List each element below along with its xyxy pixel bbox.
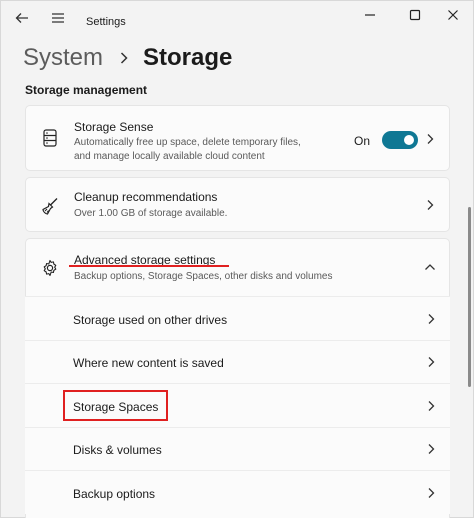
minimize-icon: [364, 8, 376, 26]
storage-sense-desc-1: Automatically free up space, delete temp…: [74, 137, 301, 148]
title-bar: Settings: [1, 1, 474, 39]
storage-sense-card[interactable]: Storage Sense Automatically free up spac…: [25, 105, 450, 171]
scrollbar-thumb[interactable]: [468, 207, 471, 387]
close-icon: [447, 8, 459, 26]
chevron-right-icon: [424, 355, 438, 369]
chevron-right-icon: [424, 442, 438, 456]
sub-item-label: Backup options: [73, 487, 156, 501]
section-title: Storage management: [25, 83, 148, 97]
breadcrumb-system[interactable]: System: [23, 44, 103, 72]
hamburger-menu-icon: [51, 11, 65, 29]
back-arrow-icon: [15, 11, 29, 30]
storage-sense-toggle[interactable]: [382, 131, 418, 149]
sub-item-backup-options[interactable]: Backup options: [25, 470, 450, 514]
chevron-right-icon: [424, 312, 438, 326]
storage-sense-text: Storage Sense Automatically free up spac…: [74, 120, 301, 164]
advanced-text: Advanced storage settings Backup options…: [74, 253, 332, 284]
maximize-button[interactable]: [395, 4, 435, 30]
cleanup-desc: Over 1.00 GB of storage available.: [74, 208, 228, 219]
chevron-right-icon: [424, 486, 438, 500]
app-title: Settings: [86, 16, 126, 28]
cleanup-text: Cleanup recommendations Over 1.00 GB of …: [74, 190, 227, 221]
storage-sense-toggle-label: On: [354, 134, 371, 148]
storage-sense-desc-2: and manage locally available cloud conte…: [74, 151, 265, 162]
annotation-highlight-box: [63, 390, 168, 421]
sub-item-where-new-content-saved[interactable]: Where new content is saved: [25, 340, 450, 383]
sub-item-label: Storage used on other drives: [73, 313, 228, 327]
close-button[interactable]: [433, 4, 473, 30]
sub-item-storage-used-other-drives[interactable]: Storage used on other drives: [25, 296, 450, 340]
cleanup-title: Cleanup recommendations: [74, 190, 218, 204]
breadcrumb: System Storage: [23, 41, 232, 75]
maximize-icon: [409, 8, 421, 26]
gear-icon: [40, 258, 60, 278]
chevron-up-icon[interactable]: [423, 260, 437, 274]
annotation-underline: [69, 265, 229, 267]
storage-sense-title: Storage Sense: [74, 120, 154, 134]
sub-item-label: Disks & volumes: [73, 443, 162, 457]
toggle-knob: [404, 135, 414, 145]
chevron-right-icon: [424, 399, 438, 413]
minimize-button[interactable]: [350, 4, 390, 30]
sub-item-disks-volumes[interactable]: Disks & volumes: [25, 427, 450, 470]
breadcrumb-chevron-icon: [119, 51, 129, 65]
advanced-desc: Backup options, Storage Spaces, other di…: [74, 271, 333, 282]
page-title: Storage: [143, 44, 233, 71]
sub-item-label: Where new content is saved: [73, 356, 224, 370]
cleanup-recommendations-card[interactable]: Cleanup recommendations Over 1.00 GB of …: [25, 177, 450, 232]
broom-icon: [40, 196, 60, 216]
chevron-right-icon[interactable]: [423, 198, 437, 212]
storage-drive-icon: [40, 128, 60, 148]
chevron-right-icon[interactable]: [423, 132, 437, 146]
back-button[interactable]: [7, 5, 37, 35]
navigation-menu-button[interactable]: [43, 5, 73, 35]
